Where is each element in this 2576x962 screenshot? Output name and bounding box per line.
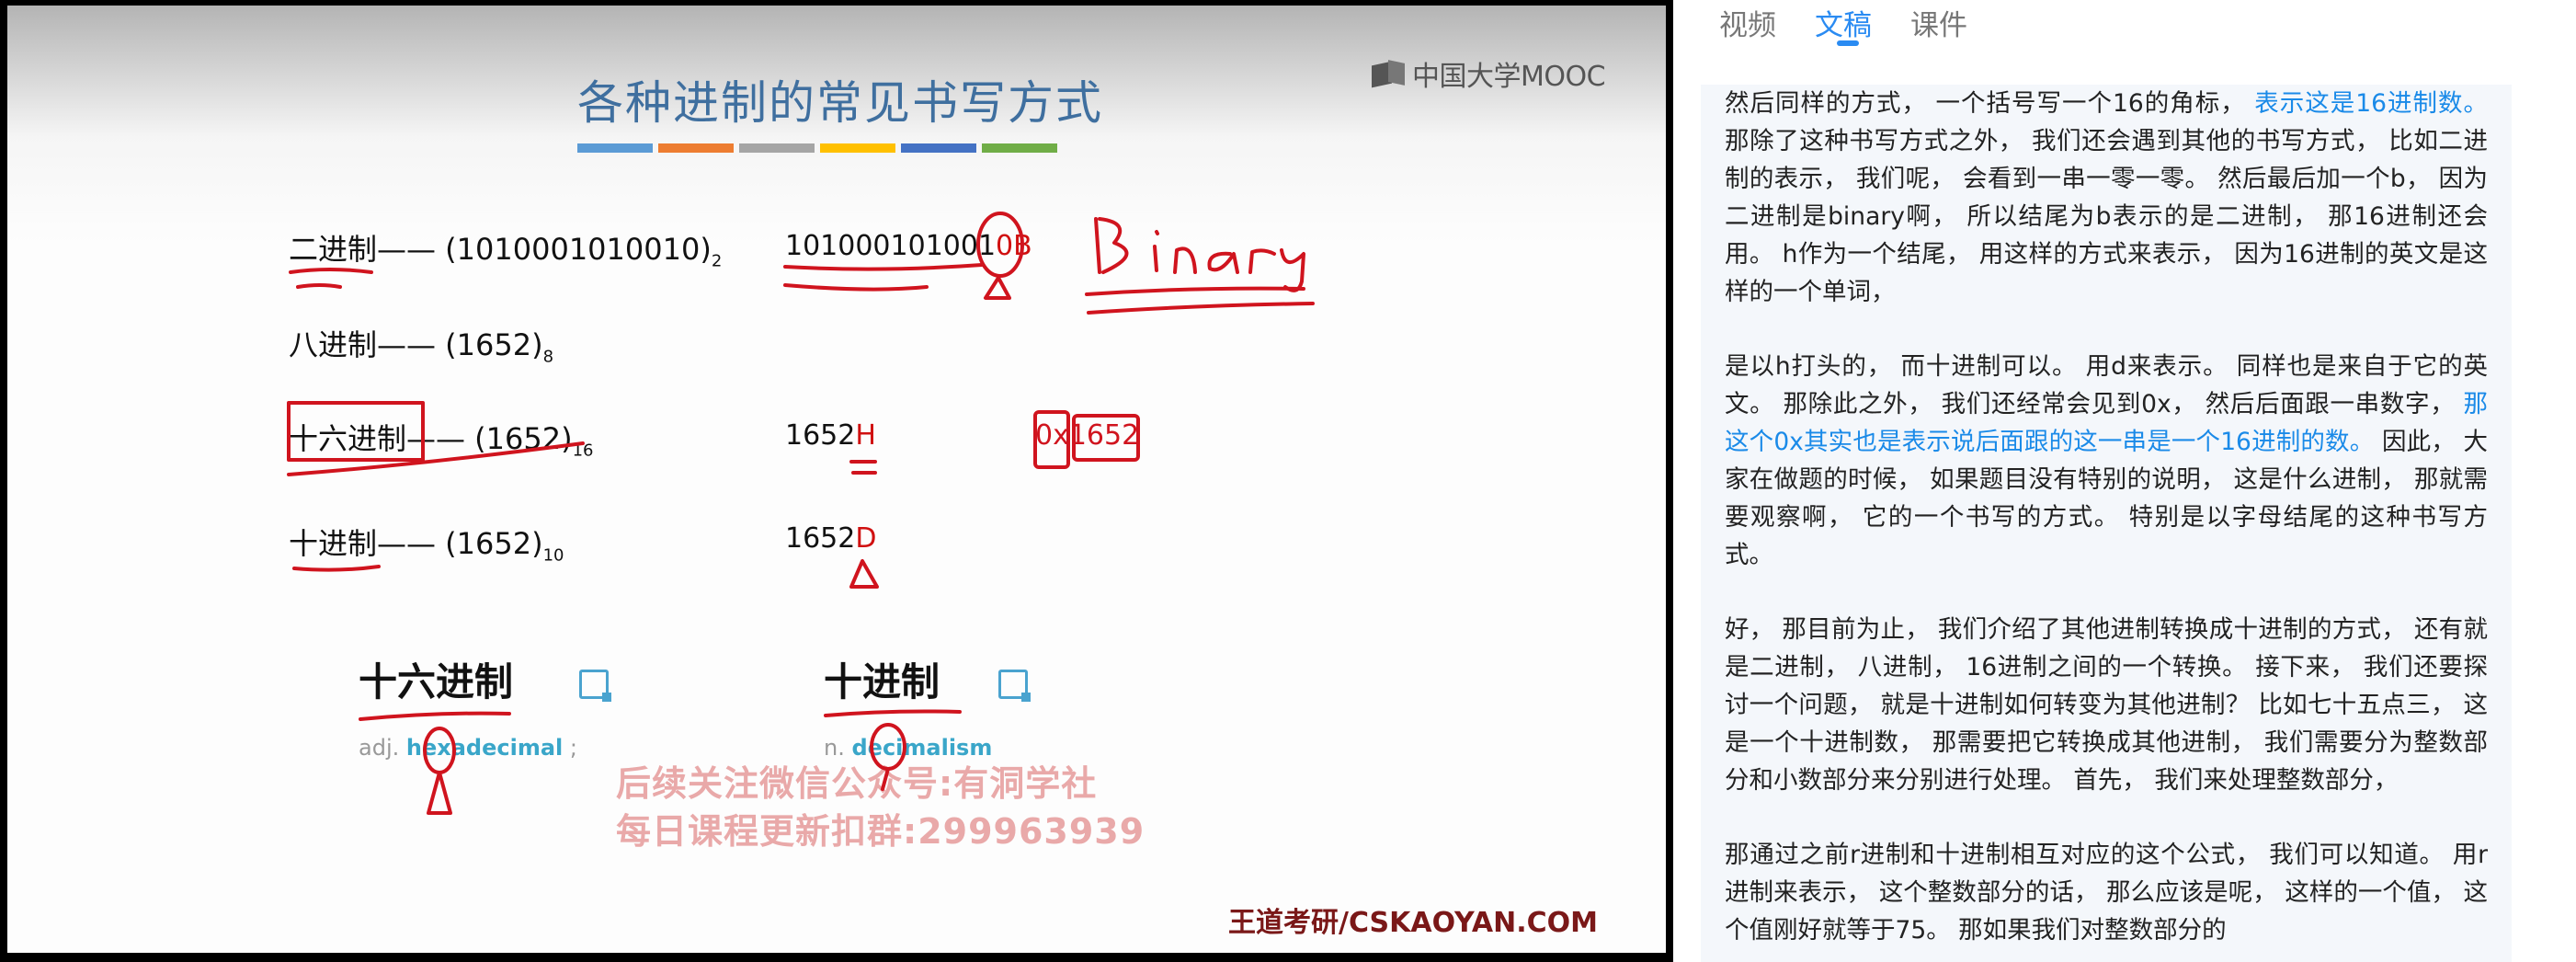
side-panel: 视频 文稿 课件 然后同样的方式， 一个括号写一个16的角标， 表示这是16进制… <box>1673 0 2576 962</box>
watermark: 后续关注微信公众号:有洞学社 每日课程更新扣群:299963939 <box>616 760 1145 855</box>
underline-h <box>849 460 877 475</box>
circle-b-tail <box>984 276 1011 300</box>
transcript-text: 好， 那目前为止， 我们介绍了其他进制转换成十进制的方式， 还有就是二进制， 八… <box>1725 615 2488 795</box>
triangle-d <box>849 559 879 589</box>
vocab-dec-pos: n. <box>824 735 845 761</box>
transcript-highlight[interactable]: 表示这是16进制数。 <box>2254 89 2488 118</box>
transcript-paragraph[interactable]: 然后同样的方式， 一个括号写一个16的角标， 表示这是16进制数。 那除了这种书… <box>1725 85 2488 311</box>
decimal-suffix-digits: 1652 <box>785 522 856 555</box>
mooc-logo-icon <box>1372 60 1407 87</box>
hex-notation: 十六进制—— (1652)16 <box>289 416 594 460</box>
colorbar-segment <box>901 143 976 153</box>
colorbar-segment <box>658 143 734 153</box>
underline-binary-2 <box>296 283 342 289</box>
vocab-hex-english: adj. hexadecimal ; <box>359 735 634 761</box>
vocab-hex-word: hexadecimal <box>405 735 564 761</box>
transcript-paragraph[interactable]: 那通过之前r进制和十进制相互对应的这个公式， 我们可以知道。 用r进制来表示， … <box>1725 836 2488 949</box>
transcript-text: 那除了这种书写方式之外， 我们还会遇到其他的书写方式， 比如二进制的表示， 我们… <box>1725 127 2488 306</box>
vocab-hex-tail: ; <box>563 735 577 761</box>
binary-label: 二进制—— (1010001010010) <box>289 232 712 267</box>
hex-subscript: 16 <box>572 441 594 461</box>
hex-0x-notation: 0x1652 <box>1035 419 1140 452</box>
bookmark-icon[interactable] <box>579 670 611 702</box>
transcript-paragraph[interactable]: 是以h打头的， 而十进制可以。 用d来表示。 同样也是来自于它的英文。 那除此之… <box>1725 348 2488 574</box>
hex-suffix-letter: H <box>855 419 876 452</box>
colorbar-segment <box>982 143 1057 153</box>
octal-notation: 八进制—— (1652)8 <box>289 322 553 366</box>
handwriting-y <box>1280 248 1305 292</box>
watermark-line-2: 每日课程更新扣群:299963939 <box>616 811 1146 852</box>
decimal-suffix-letter: D <box>855 522 877 555</box>
panel-tabs: 视频 文稿 课件 <box>1719 0 1967 46</box>
footer-brand: 王道考研/CSKAOYAN.COM <box>1228 907 1598 939</box>
handwriting-r <box>1248 248 1276 274</box>
decimal-subscript: 10 <box>542 545 564 566</box>
underline-binary-word-2 <box>1087 302 1315 315</box>
transcript-text: 是以h打头的， 而十进制可以。 用d来表示。 同样也是来自于它的英文。 那除此之… <box>1725 352 2488 418</box>
vocab-dec-english: n. decimalism <box>824 735 1100 761</box>
colorbar-segment <box>739 143 815 153</box>
transcript-paragraph[interactable]: 好， 那目前为止， 我们介绍了其他进制转换成十进制的方式， 还有就是二进制， 八… <box>1725 611 2488 799</box>
underline-binary-digits <box>783 263 984 271</box>
transcript-panel[interactable]: 然后同样的方式， 一个括号写一个16的角标， 表示这是16进制数。 那除了这种书… <box>1701 85 2512 962</box>
underline-binary-digits-2 <box>783 283 929 292</box>
lecture-slide: 中国大学MOOC 各种进制的常见书写方式 二进制—— (101000101001… <box>7 6 1666 953</box>
video-player[interactable]: 中国大学MOOC 各种进制的常见书写方式 二进制—— (101000101001… <box>0 0 1673 962</box>
tab-transcript[interactable]: 文稿 <box>1815 0 1872 46</box>
slide-title-colorbar <box>577 143 1057 153</box>
colorbar-segment <box>577 143 653 153</box>
binary-suffix-notation: 1010001010010B <box>785 230 1032 262</box>
bookmark-icon[interactable] <box>998 670 1031 702</box>
binary-notation: 二进制—— (1010001010010)2 <box>289 226 722 270</box>
binary-suffix-letter: 0B <box>996 230 1032 262</box>
decimal-suffix-notation: 1652D <box>785 522 876 555</box>
binary-subscript: 2 <box>711 251 723 271</box>
mooc-logo: 中国大学MOOC <box>1372 53 1606 94</box>
transcript-text: 那通过之前r进制和十进制相互对应的这个公式， 我们可以知道。 用r进制来表示， … <box>1725 841 2488 945</box>
underline-binary-word <box>1085 286 1305 296</box>
slide-title: 各种进制的常见书写方式 <box>577 76 1103 130</box>
tab-video[interactable]: 视频 <box>1719 0 1776 43</box>
binary-suffix-digits: 101000101001 <box>785 230 997 262</box>
octal-subscript: 8 <box>542 347 554 367</box>
handwriting-a <box>1207 251 1239 274</box>
vocab-card-hex: 十六进制 adj. hexadecimal ; <box>359 651 634 835</box>
transcript-text: 然后同样的方式， 一个括号写一个16的角标， <box>1725 89 2255 118</box>
underline-decimal <box>292 565 381 572</box>
watermark-line-1: 后续关注微信公众号:有洞学社 <box>616 763 1098 804</box>
decimal-label: 十进制—— (1652) <box>289 526 543 561</box>
vocab-dec-chinese: 十进制 <box>824 659 940 704</box>
hex-suffix-digits: 1652 <box>785 419 856 452</box>
vocab-hex-pos: adj. <box>359 735 400 761</box>
handwriting-n <box>1173 246 1197 274</box>
colorbar-segment <box>820 143 895 153</box>
hex-suffix-notation: 1652H <box>785 419 876 452</box>
hex-label: 十六进制—— (1652) <box>289 421 573 456</box>
octal-label: 八进制—— (1652) <box>289 327 543 362</box>
mooc-logo-text: 中国大学MOOC <box>1412 61 1606 93</box>
vocab-dec-word: decimalism <box>851 735 993 761</box>
decimal-notation: 十进制—— (1652)10 <box>289 521 564 565</box>
tab-courseware[interactable]: 课件 <box>1910 0 1967 43</box>
